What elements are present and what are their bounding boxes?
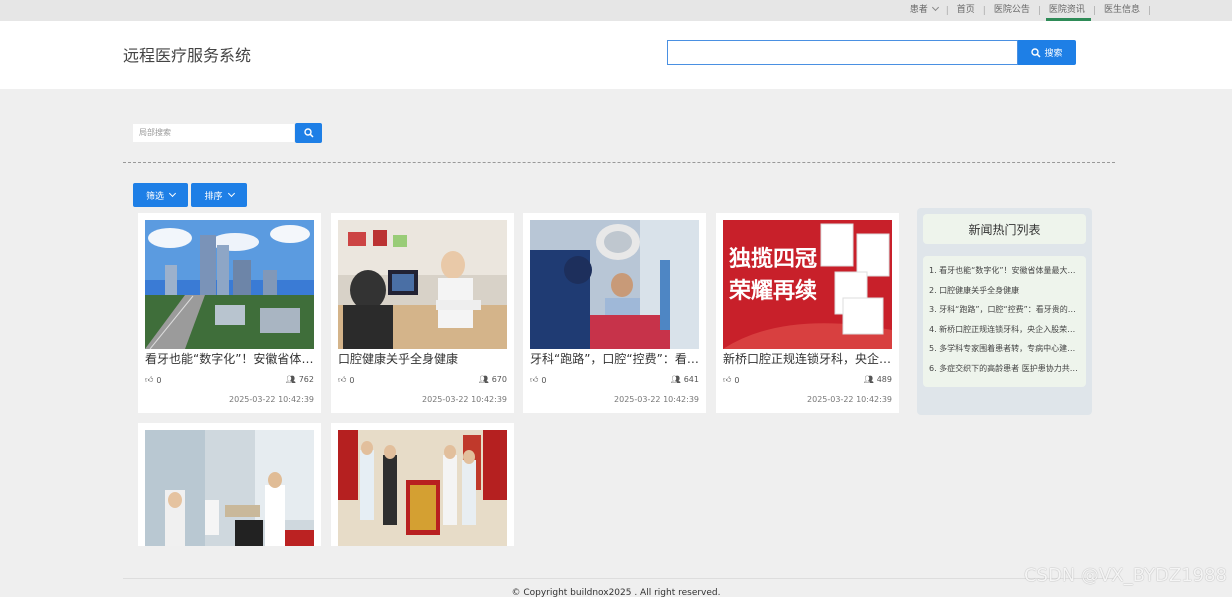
view-value: 641 [683, 375, 699, 384]
thumbs-up-icon: 👍︎ [338, 375, 347, 384]
global-search-input[interactable] [667, 40, 1018, 65]
chevron-down-icon [168, 189, 177, 197]
local-search-button[interactable] [295, 123, 322, 143]
nav-doctor[interactable]: 医生信息 [1104, 0, 1140, 21]
nav-patient-menu[interactable]: 患者 [909, 0, 939, 21]
search-icon [303, 128, 314, 138]
hot-news-item[interactable]: 6. 多症交织下的高龄患者 医护患协力共渡难关 [929, 359, 1080, 379]
sort-label: 排序 [204, 191, 223, 202]
top-bar: 患者 | 首页 | 医院公告 | 医院资讯 | 医生信息 | [0, 0, 1232, 21]
news-image-group[interactable] [338, 430, 507, 546]
news-title[interactable]: 新桥口腔正规连锁牙科，央企入股荣耀再续 [723, 350, 893, 367]
like-value: 0 [349, 375, 355, 385]
footer-copyright: © Copyright buildnox2025 . All right res… [511, 588, 721, 597]
search-icon [1031, 47, 1042, 58]
hot-news-item[interactable]: 3. 牙科“跑路”，口腔“控费”：看牙贵的时代要结束了 [929, 300, 1080, 320]
site-header: 远程医疗服务系统 搜索 [0, 21, 1232, 89]
news-date: 2025-03-22 10:42:39 [422, 395, 507, 404]
view-value: 489 [876, 375, 892, 384]
hot-news-list: 1. 看牙也能“数字化”！安徽省体量最大的口腔专科医院开业 2. 口腔健康关乎全… [923, 256, 1086, 387]
chevron-down-icon [227, 189, 235, 197]
news-date: 2025-03-22 10:42:39 [229, 395, 314, 404]
news-card[interactable] [138, 423, 321, 546]
news-card[interactable]: 口腔健康关乎全身健康 👍︎ 0 👥︎ 670 2025-03-22 10:42:39 [331, 213, 514, 413]
footer-divider [123, 578, 1115, 579]
site-title: 远程医疗服务系统 [123, 46, 252, 65]
news-image-meeting[interactable] [145, 430, 314, 546]
thumbs-up-icon: 👍︎ [530, 375, 539, 384]
filter-label: 筛选 [145, 191, 164, 202]
news-title[interactable]: 牙科“跑路”，口腔“控费”：看牙贵的时代要结束了？ [530, 350, 700, 367]
users-icon: 👥︎ [285, 375, 296, 384]
search-button-label: 搜索 [1044, 49, 1063, 59]
like-value: 0 [156, 375, 162, 385]
global-search-button[interactable]: 搜索 [1018, 40, 1076, 65]
hot-news-title: 新闻热门列表 [923, 214, 1086, 244]
sort-button[interactable]: 排序 [191, 183, 247, 207]
like-count[interactable]: 👍︎ 0 [145, 375, 161, 385]
section-divider [123, 162, 1115, 163]
news-card[interactable] [331, 423, 514, 546]
nav-news[interactable]: 医院资讯 [1045, 0, 1091, 21]
users-icon: 👥︎ [478, 375, 489, 384]
nav-patient-label: 患者 [909, 5, 928, 15]
like-value: 0 [734, 375, 740, 385]
news-card[interactable]: 看牙也能“数字化”！安徽省体量最大的口腔专科医院开业 👍︎0 👥︎762 202… [138, 213, 321, 413]
nav-notice[interactable]: 医院公告 [994, 0, 1030, 21]
nav-home[interactable]: 首页 [957, 0, 975, 21]
news-date: 2025-03-22 10:42:39 [614, 395, 699, 404]
banner-line-2: 荣耀再续 [728, 278, 817, 304]
news-title[interactable]: 口腔健康关乎全身健康 [338, 350, 508, 367]
like-count[interactable]: 👍︎ 0 [338, 375, 354, 385]
hot-news-item[interactable]: 4. 新桥口腔正规连锁牙科，央企入股荣耀再续 [929, 320, 1080, 340]
watermark: CSDN @VX_BYDZ1988 [1023, 565, 1227, 586]
news-image-treatment[interactable] [530, 220, 699, 349]
like-value: 0 [541, 375, 547, 385]
hot-news-item[interactable]: 2. 口腔健康关乎全身健康 [929, 281, 1080, 301]
thumbs-up-icon: 👍︎ [723, 375, 732, 384]
view-count: 👥︎ 670 [479, 375, 507, 384]
top-nav: 患者 | 首页 | 医院公告 | 医院资讯 | 医生信息 | [910, 0, 1159, 21]
news-image-consultation[interactable] [338, 220, 507, 349]
filter-button[interactable]: 筛选 [133, 183, 188, 207]
thumbs-up-icon: 👍︎ [145, 375, 154, 384]
news-image-city[interactable] [145, 220, 314, 349]
view-count: 👥︎ 489 [864, 375, 892, 384]
view-value: 670 [491, 375, 507, 384]
view-value: 762 [298, 375, 314, 384]
news-card[interactable]: 牙科“跑路”，口腔“控费”：看牙贵的时代要结束了？ 👍︎0 👥︎641 2025… [523, 213, 706, 413]
news-card[interactable]: 独揽四冠 荣耀再续 新桥口腔正规连锁牙科，央企入股荣耀再续 👍︎0 👥︎489 … [716, 213, 899, 413]
like-count[interactable]: 👍︎ 0 [723, 375, 739, 385]
view-count: 👥︎ 762 [286, 375, 314, 384]
users-icon: 👥︎ [670, 375, 681, 384]
users-icon: 👥︎ [863, 375, 874, 384]
banner-line-1: 独揽四冠 [729, 247, 817, 272]
chevron-down-icon [931, 3, 939, 12]
news-date: 2025-03-22 10:42:39 [807, 395, 892, 404]
hot-news-item[interactable]: 1. 看牙也能“数字化”！安徽省体量最大的口腔专科医院开业 [929, 261, 1080, 281]
news-title[interactable]: 看牙也能“数字化”！安徽省体量最大的口腔专科医院开业 [145, 350, 315, 367]
local-search-input[interactable]: 局部搜索 [133, 124, 294, 142]
hot-news-panel: 新闻热门列表 1. 看牙也能“数字化”！安徽省体量最大的口腔专科医院开业 2. … [917, 208, 1092, 415]
view-count: 👥︎ 641 [671, 375, 699, 384]
news-image-award[interactable]: 独揽四冠 荣耀再续 [723, 220, 892, 349]
like-count[interactable]: 👍︎ 0 [530, 375, 546, 385]
hot-news-item[interactable]: 5. 多学科专家围着患者转，专病中心建设惠及百姓 [929, 339, 1080, 359]
